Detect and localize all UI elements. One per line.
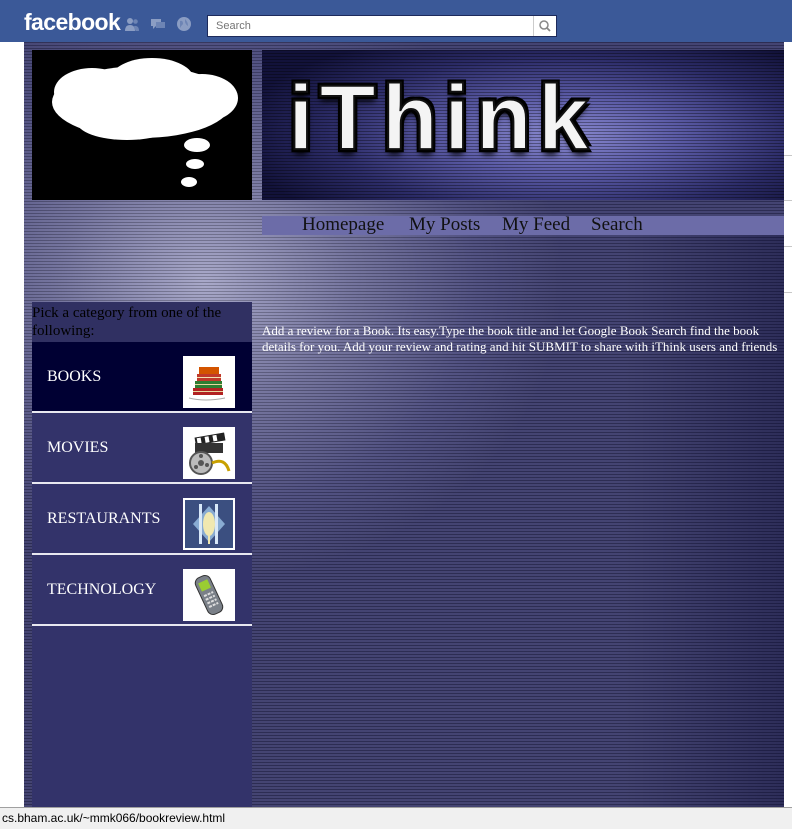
instructions-line-2: details for you. Add your review and rat…: [262, 339, 778, 354]
category-movies[interactable]: MOVIES: [32, 413, 252, 484]
edge-divider: [784, 200, 792, 201]
facebook-logo[interactable]: facebook: [24, 9, 121, 36]
book-review-instructions: Add a review for a Book. Its easy.Type t…: [262, 323, 792, 355]
category-label: RESTAURANTS: [47, 510, 161, 527]
film-reel-icon: [183, 427, 235, 479]
books-icon: [183, 356, 235, 408]
background-shade: [624, 222, 792, 807]
left-gutter: [0, 42, 24, 807]
cutlery-icon: [183, 498, 235, 550]
edge-divider: [784, 155, 792, 156]
main-nav: Homepage My Posts My Feed Search: [262, 214, 792, 236]
category-technology[interactable]: TECHNOLOGY: [32, 555, 252, 626]
facebook-search-box: [207, 15, 557, 37]
banner-title: iThink: [287, 67, 595, 169]
browser-status-bar: cs.bham.ac.uk/~mmk066/bookreview.html: [0, 807, 792, 829]
nav-my-feed[interactable]: My Feed: [502, 214, 570, 236]
category-panel: BOOKS MOVIES RESTAURANTS TECHNOLOGY: [32, 342, 252, 807]
ithink-banner: iThink: [262, 50, 792, 200]
category-label: TECHNOLOGY: [47, 581, 157, 598]
nav-search[interactable]: Search: [591, 214, 643, 236]
nav-my-posts[interactable]: My Posts: [409, 214, 480, 236]
search-magnifier-icon: [539, 20, 551, 32]
mobile-phone-icon: [183, 569, 235, 621]
notifications-globe-icon[interactable]: [176, 16, 192, 32]
right-edge-strip: [784, 42, 792, 807]
thought-bubble-icon: [52, 58, 238, 187]
category-label: MOVIES: [47, 439, 109, 456]
search-input[interactable]: [208, 16, 535, 36]
status-url: cs.bham.ac.uk/~mmk066/bookreview.html: [2, 811, 226, 825]
category-restaurants[interactable]: RESTAURANTS: [32, 484, 252, 555]
facebook-top-bar: facebook: [0, 0, 792, 43]
category-heading: Pick a category from one of the followin…: [32, 302, 252, 342]
category-label: BOOKS: [47, 368, 102, 385]
thought-bubble-logo[interactable]: [32, 50, 252, 200]
instructions-line-1: Add a review for a Book. Its easy.Type t…: [262, 323, 760, 338]
app-canvas: iThink Homepage My Posts My Feed Search …: [24, 42, 792, 807]
nav-homepage[interactable]: Homepage: [302, 214, 384, 236]
edge-divider: [784, 292, 792, 293]
category-books[interactable]: BOOKS: [32, 342, 252, 413]
friend-requests-icon[interactable]: [124, 16, 140, 32]
search-button[interactable]: [533, 16, 556, 36]
messages-icon[interactable]: [150, 16, 166, 32]
edge-divider: [784, 246, 792, 247]
